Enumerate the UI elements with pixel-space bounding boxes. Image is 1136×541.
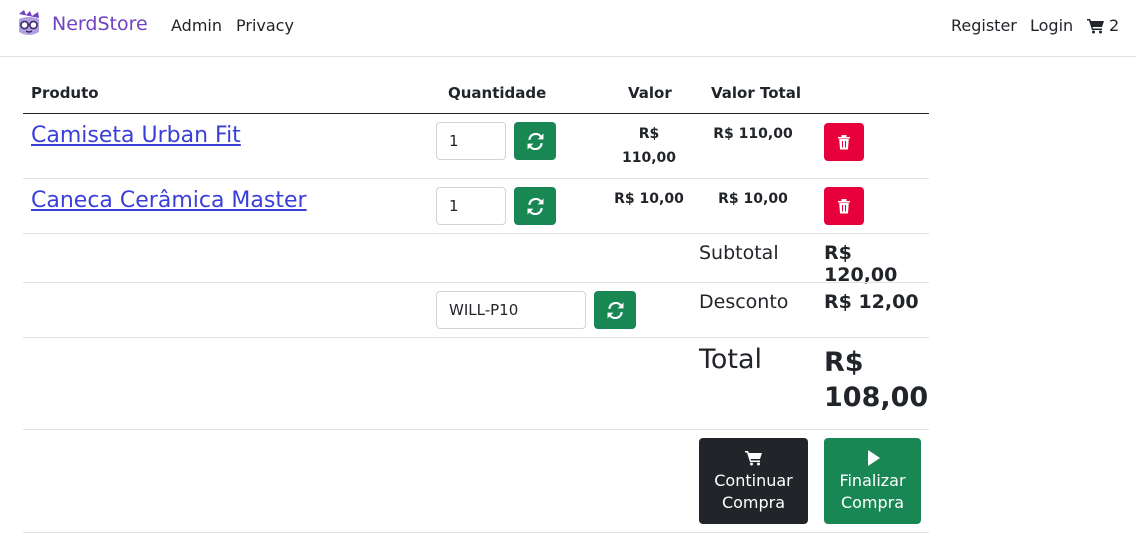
remove-item-button[interactable] (824, 123, 864, 161)
trash-icon (838, 135, 850, 150)
subtotal-label: Subtotal (699, 242, 779, 264)
nerd-logo-icon (19, 10, 39, 35)
row-divider (23, 532, 929, 533)
discount-label: Desconto (699, 291, 789, 313)
finish-purchase-button[interactable]: Finalizar Compra (824, 438, 921, 524)
header-value: Valor (628, 84, 672, 102)
unit-price-currency: R$ (638, 126, 660, 142)
product-total-price: R$ 110,00 (713, 126, 793, 142)
finish-label-line2: Compra (840, 492, 905, 512)
shopping-cart-icon (1087, 18, 1104, 33)
row-divider (23, 178, 929, 179)
brand-name: NerdStore (52, 13, 148, 35)
brand-link[interactable]: NerdStore (16, 10, 148, 38)
total-amount: 108,00 (824, 382, 929, 413)
continue-shopping-button[interactable]: Continuar Compra (699, 438, 808, 524)
total-currency: R$ (824, 347, 864, 378)
refresh-icon (527, 132, 543, 150)
header-divider (23, 113, 929, 114)
product-unit-price: R$ 10,00 (614, 191, 684, 207)
update-quantity-button[interactable] (514, 187, 556, 225)
header-total-value: Valor Total (711, 84, 801, 102)
remove-item-button[interactable] (824, 187, 864, 225)
nav-admin-link[interactable]: Admin (171, 16, 222, 35)
trash-icon (838, 199, 850, 214)
product-unit-price: R$ 110,00 (615, 122, 683, 170)
continue-label-line1: Continuar (714, 470, 793, 490)
header-product: Produto (31, 84, 99, 102)
nav-register-link[interactable]: Register (951, 16, 1017, 35)
play-icon (867, 449, 880, 466)
refresh-icon (527, 197, 543, 215)
quantity-input[interactable] (436, 187, 506, 225)
total-value: R$ 108,00 (824, 345, 928, 415)
row-divider (23, 429, 929, 430)
product-link-caneca[interactable]: Caneca Cerâmica Master (31, 188, 307, 213)
row-divider (23, 233, 929, 234)
update-quantity-button[interactable] (514, 122, 556, 160)
cart-link[interactable]: 2 (1087, 16, 1119, 35)
nav-login-link[interactable]: Login (1030, 16, 1073, 35)
continue-label-line2: Compra (721, 492, 786, 512)
total-label: Total (699, 344, 763, 375)
coupon-input[interactable] (436, 291, 586, 329)
header-quantity: Quantidade (448, 84, 547, 102)
discount-value: R$ 12,00 (824, 291, 919, 313)
shopping-cart-icon (744, 450, 762, 465)
nav-privacy-link[interactable]: Privacy (236, 16, 294, 35)
row-divider (23, 337, 929, 338)
product-total-price: R$ 10,00 (718, 191, 788, 207)
apply-coupon-button[interactable] (594, 291, 636, 329)
finish-label-line1: Finalizar (839, 470, 906, 490)
row-divider (23, 282, 929, 283)
navbar: NerdStore Admin Privacy Register Login 2 (0, 0, 1136, 57)
product-link-camiseta[interactable]: Camiseta Urban Fit (31, 123, 241, 148)
refresh-icon (607, 301, 623, 319)
quantity-input[interactable] (436, 122, 506, 160)
unit-price-amount: 110,00 (621, 150, 677, 166)
cart-count: 2 (1109, 16, 1120, 35)
subtotal-value: R$ 120,00 (824, 242, 898, 286)
